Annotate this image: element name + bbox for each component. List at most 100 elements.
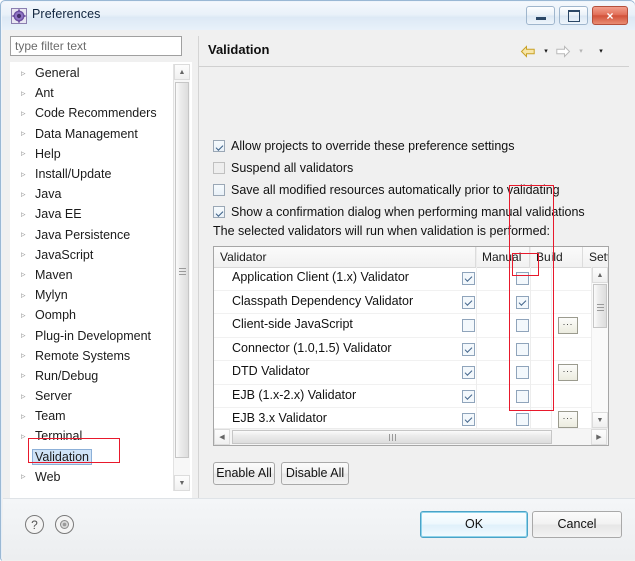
sidebar-item-general[interactable]: ▹ General <box>11 63 174 83</box>
shell-info-icon[interactable] <box>55 515 74 534</box>
tree-scroll-up-button[interactable]: ▲ <box>174 64 190 80</box>
table-row[interactable]: Application Client (1.x) Validator <box>214 267 592 291</box>
table-horizontal-scrollbar[interactable]: ◀ ▶ <box>214 428 608 445</box>
table-scroll-down-button[interactable]: ▼ <box>592 412 608 428</box>
expand-arrow-icon[interactable]: ▹ <box>21 391 33 401</box>
build-checkbox[interactable] <box>516 272 529 285</box>
table-row[interactable]: Connector (1.0,1.5) Validator <box>214 338 592 361</box>
close-button[interactable]: × <box>592 6 628 25</box>
expand-arrow-icon[interactable]: ▹ <box>21 472 33 481</box>
option-checkbox[interactable] <box>213 206 225 218</box>
expand-arrow-icon[interactable]: ▹ <box>21 411 33 421</box>
build-checkbox[interactable] <box>516 389 529 403</box>
settings-button[interactable]: ... <box>558 316 578 334</box>
sidebar-item-maven[interactable]: ▹ Maven <box>11 265 174 285</box>
manual-checkbox[interactable] <box>462 342 475 356</box>
sidebar-item-web[interactable]: ▹ Web <box>11 467 174 487</box>
build-checkbox[interactable] <box>516 413 529 426</box>
expand-arrow-icon[interactable]: ▹ <box>21 209 33 219</box>
build-checkbox[interactable] <box>516 295 529 309</box>
maximize-button[interactable] <box>559 6 588 25</box>
column-header[interactable]: Validator <box>214 247 476 267</box>
manual-checkbox[interactable] <box>462 319 475 332</box>
manual-checkbox[interactable] <box>462 366 475 379</box>
option-checkbox[interactable] <box>213 184 225 196</box>
sidebar-item-ant[interactable]: ▹ Ant <box>11 83 174 103</box>
sidebar-item-run-debug[interactable]: ▹ Run/Debug <box>11 366 174 386</box>
expand-arrow-icon[interactable]: ▹ <box>21 149 33 158</box>
filter-input[interactable] <box>10 36 182 56</box>
table-scroll-right-button[interactable]: ▶ <box>591 429 607 445</box>
expand-arrow-icon[interactable]: ▹ <box>21 129 33 138</box>
table-scroll-thumb[interactable] <box>593 284 607 328</box>
sidebar-item-install-update[interactable]: ▹ Install/Update <box>11 164 174 184</box>
build-checkbox[interactable] <box>516 342 529 356</box>
sidebar-item-validation[interactable]: ▹Validation <box>11 447 174 467</box>
sidebar-item-code-recommenders[interactable]: ▹ Code Recommenders <box>11 103 174 123</box>
ok-button[interactable]: OK <box>420 511 528 538</box>
table-row[interactable]: DTD Validator... <box>214 361 592 385</box>
table-row[interactable]: Classpath Dependency Validator <box>214 291 592 314</box>
table-row[interactable]: EJB 3.x Validator... <box>214 408 592 429</box>
sidebar-item-team[interactable]: ▹ Team <box>11 406 174 426</box>
manual-checkbox[interactable] <box>462 272 475 285</box>
page-view-menu-icon[interactable]: ▾ <box>595 45 607 57</box>
manual-checkbox[interactable] <box>462 389 475 403</box>
expand-arrow-icon[interactable]: ▹ <box>21 270 33 279</box>
enable-all-button[interactable]: Enable All <box>213 462 275 485</box>
expand-arrow-icon[interactable]: ▹ <box>21 230 33 239</box>
tree-vertical-scrollbar[interactable]: ▲ ▼ <box>173 64 190 491</box>
column-header[interactable]: Manual <box>476 247 530 267</box>
sidebar-item-plug-in-development[interactable]: ▹ Plug-in Development <box>11 325 174 345</box>
sidebar-item-mylyn[interactable]: ▹ Mylyn <box>11 285 174 305</box>
option-row[interactable]: Show a confirmation dialog when performi… <box>213 203 585 221</box>
expand-arrow-icon[interactable]: ▹ <box>21 310 33 320</box>
expand-arrow-icon[interactable]: ▹ <box>21 250 33 259</box>
expand-arrow-icon[interactable]: ▹ <box>21 108 33 118</box>
expand-arrow-icon[interactable]: ▹ <box>21 68 33 78</box>
tree-scroll-down-button[interactable]: ▼ <box>174 475 190 491</box>
expand-arrow-icon[interactable]: ▹ <box>21 88 33 98</box>
expand-arrow-icon[interactable]: ▹ <box>21 290 33 300</box>
option-row[interactable]: Allow projects to override these prefere… <box>213 137 514 155</box>
back-history-dropdown-icon[interactable]: ▾ <box>540 45 552 57</box>
sidebar-item-terminal[interactable]: ▹ Terminal <box>11 426 174 446</box>
sidebar-item-server[interactable]: ▹ Server <box>11 386 174 406</box>
build-checkbox[interactable] <box>516 319 529 332</box>
table-hscroll-thumb[interactable] <box>232 430 552 444</box>
expand-arrow-icon[interactable]: ▹ <box>21 189 33 199</box>
expand-arrow-icon[interactable]: ▹ <box>21 169 33 179</box>
help-icon[interactable]: ? <box>25 515 44 534</box>
option-row[interactable]: Save all modified resources automaticall… <box>213 181 560 199</box>
sidebar-item-help[interactable]: ▹ Help <box>11 144 174 164</box>
tree-scroll-thumb[interactable] <box>175 82 189 458</box>
sidebar-item-javascript[interactable]: ▹ JavaScript <box>11 245 174 265</box>
build-checkbox[interactable] <box>516 366 529 379</box>
expand-arrow-icon[interactable]: ▹ <box>21 431 33 441</box>
sidebar-item-java-persistence[interactable]: ▹ Java Persistence <box>11 225 174 245</box>
sidebar-item-java-ee[interactable]: ▹ Java EE <box>11 204 174 224</box>
option-row[interactable]: Suspend all validators <box>213 159 353 177</box>
settings-button[interactable]: ... <box>558 363 578 381</box>
table-vertical-scrollbar[interactable]: ▲ ▼ <box>591 267 608 429</box>
sidebar-item-java[interactable]: ▹ Java <box>11 184 174 204</box>
column-header[interactable]: Build <box>530 247 583 267</box>
expand-arrow-icon[interactable]: ▹ <box>21 351 33 360</box>
sidebar-item-remote-systems[interactable]: ▹ Remote Systems <box>11 346 174 366</box>
disable-all-button[interactable]: Disable All <box>281 462 349 485</box>
expand-arrow-icon[interactable]: ▹ <box>21 331 33 340</box>
option-checkbox[interactable] <box>213 140 225 152</box>
manual-checkbox[interactable] <box>462 295 475 309</box>
manual-checkbox[interactable] <box>462 413 475 426</box>
table-row[interactable]: EJB (1.x-2.x) Validator <box>214 385 592 408</box>
cancel-button[interactable]: Cancel <box>532 511 622 538</box>
minimize-button[interactable] <box>526 6 555 25</box>
option-checkbox[interactable] <box>213 162 225 174</box>
back-arrow-icon[interactable] <box>519 43 537 59</box>
column-header[interactable]: Settinɡ <box>583 247 608 267</box>
sidebar-item-data-management[interactable]: ▹ Data Management <box>11 124 174 144</box>
expand-arrow-icon[interactable]: ▹ <box>21 371 33 380</box>
table-row[interactable]: Client-side JavaScript... <box>214 314 592 338</box>
settings-button[interactable]: ... <box>558 410 578 428</box>
table-scroll-left-button[interactable]: ◀ <box>214 429 230 445</box>
